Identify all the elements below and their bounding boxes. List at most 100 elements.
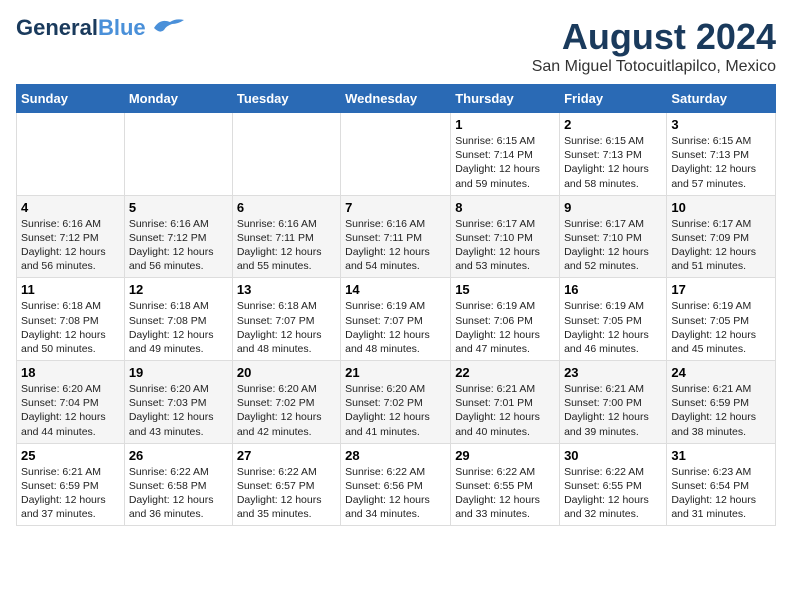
calendar-cell: 12 Sunrise: 6:18 AM Sunset: 7:08 PM Dayli… (124, 278, 232, 361)
calendar-cell: 27 Sunrise: 6:22 AM Sunset: 6:57 PM Dayli… (232, 443, 340, 526)
weekday-header-row: SundayMondayTuesdayWednesdayThursdayFrid… (17, 85, 776, 113)
cell-info: Sunrise: 6:15 AM Sunset: 7:14 PM Dayligh… (455, 134, 555, 191)
cell-info: Sunrise: 6:17 AM Sunset: 7:10 PM Dayligh… (564, 217, 662, 274)
calendar-cell: 21 Sunrise: 6:20 AM Sunset: 7:02 PM Dayli… (341, 361, 451, 444)
day-number: 4 (21, 200, 120, 215)
day-number: 1 (455, 117, 555, 132)
day-number: 17 (671, 282, 771, 297)
calendar-week-row: 4 Sunrise: 6:16 AM Sunset: 7:12 PM Daylig… (17, 195, 776, 278)
calendar-cell: 1 Sunrise: 6:15 AM Sunset: 7:14 PM Daylig… (451, 113, 560, 196)
cell-info: Sunrise: 6:22 AM Sunset: 6:57 PM Dayligh… (237, 465, 336, 522)
day-number: 2 (564, 117, 662, 132)
cell-info: Sunrise: 6:15 AM Sunset: 7:13 PM Dayligh… (671, 134, 771, 191)
calendar-cell: 6 Sunrise: 6:16 AM Sunset: 7:11 PM Daylig… (232, 195, 340, 278)
day-number: 28 (345, 448, 446, 463)
calendar-cell: 8Sunrise: 6:17 AM Sunset: 7:10 PM Daylig… (451, 195, 560, 278)
calendar-week-row: 25Sunrise: 6:21 AM Sunset: 6:59 PM Dayli… (17, 443, 776, 526)
calendar-cell: 19 Sunrise: 6:20 AM Sunset: 7:03 PM Dayli… (124, 361, 232, 444)
day-number: 14 (345, 282, 446, 297)
day-number: 11 (21, 282, 120, 297)
location-subtitle: San Miguel Totocuitlapilco, Mexico (532, 58, 776, 76)
calendar-cell: 24 Sunrise: 6:21 AM Sunset: 6:59 PM Dayli… (667, 361, 776, 444)
calendar-cell: 23Sunrise: 6:21 AM Sunset: 7:00 PM Dayli… (560, 361, 667, 444)
calendar-week-row: 11 Sunrise: 6:18 AM Sunset: 7:08 PM Dayli… (17, 278, 776, 361)
cell-info: Sunrise: 6:22 AM Sunset: 6:56 PM Dayligh… (345, 465, 446, 522)
calendar-cell: 7 Sunrise: 6:16 AM Sunset: 7:11 PM Daylig… (341, 195, 451, 278)
weekday-header-saturday: Saturday (667, 85, 776, 113)
calendar-cell: 25Sunrise: 6:21 AM Sunset: 6:59 PM Dayli… (17, 443, 125, 526)
cell-info: Sunrise: 6:22 AM Sunset: 6:58 PM Dayligh… (129, 465, 228, 522)
calendar-cell: 10Sunrise: 6:17 AM Sunset: 7:09 PM Dayli… (667, 195, 776, 278)
cell-info: Sunrise: 6:19 AM Sunset: 7:07 PM Dayligh… (345, 299, 446, 356)
cell-info: Sunrise: 6:16 AM Sunset: 7:11 PM Dayligh… (237, 217, 336, 274)
calendar-cell: 28 Sunrise: 6:22 AM Sunset: 6:56 PM Dayli… (341, 443, 451, 526)
calendar-cell: 4 Sunrise: 6:16 AM Sunset: 7:12 PM Daylig… (17, 195, 125, 278)
cell-info: Sunrise: 6:16 AM Sunset: 7:12 PM Dayligh… (21, 217, 120, 274)
day-number: 6 (237, 200, 336, 215)
cell-info: Sunrise: 6:18 AM Sunset: 7:08 PM Dayligh… (129, 299, 228, 356)
calendar-cell (124, 113, 232, 196)
cell-info: Sunrise: 6:22 AM Sunset: 6:55 PM Dayligh… (455, 465, 555, 522)
calendar-cell (341, 113, 451, 196)
header: GeneralBlue August 2024 San Miguel Totoc… (16, 16, 776, 76)
cell-info: Sunrise: 6:16 AM Sunset: 7:11 PM Dayligh… (345, 217, 446, 274)
cell-info: Sunrise: 6:21 AM Sunset: 6:59 PM Dayligh… (671, 382, 771, 439)
cell-info: Sunrise: 6:19 AM Sunset: 7:05 PM Dayligh… (564, 299, 662, 356)
day-number: 12 (129, 282, 228, 297)
logo-bird-icon (150, 16, 186, 40)
cell-info: Sunrise: 6:16 AM Sunset: 7:12 PM Dayligh… (129, 217, 228, 274)
logo-text: GeneralBlue (16, 17, 146, 39)
cell-info: Sunrise: 6:19 AM Sunset: 7:06 PM Dayligh… (455, 299, 555, 356)
day-number: 13 (237, 282, 336, 297)
calendar-cell (232, 113, 340, 196)
calendar-cell: 18 Sunrise: 6:20 AM Sunset: 7:04 PM Dayli… (17, 361, 125, 444)
calendar-cell: 31 Sunrise: 6:23 AM Sunset: 6:54 PM Dayli… (667, 443, 776, 526)
cell-info: Sunrise: 6:22 AM Sunset: 6:55 PM Dayligh… (564, 465, 662, 522)
calendar-cell: 2 Sunrise: 6:15 AM Sunset: 7:13 PM Daylig… (560, 113, 667, 196)
cell-info: Sunrise: 6:15 AM Sunset: 7:13 PM Dayligh… (564, 134, 662, 191)
cell-info: Sunrise: 6:20 AM Sunset: 7:02 PM Dayligh… (237, 382, 336, 439)
day-number: 5 (129, 200, 228, 215)
calendar-cell: 3 Sunrise: 6:15 AM Sunset: 7:13 PM Daylig… (667, 113, 776, 196)
calendar-cell: 9Sunrise: 6:17 AM Sunset: 7:10 PM Daylig… (560, 195, 667, 278)
day-number: 22 (455, 365, 555, 380)
month-title: August 2024 (532, 16, 776, 58)
day-number: 7 (345, 200, 446, 215)
weekday-header-thursday: Thursday (451, 85, 560, 113)
day-number: 24 (671, 365, 771, 380)
calendar-cell: 30Sunrise: 6:22 AM Sunset: 6:55 PM Dayli… (560, 443, 667, 526)
calendar-table: SundayMondayTuesdayWednesdayThursdayFrid… (16, 84, 776, 526)
cell-info: Sunrise: 6:23 AM Sunset: 6:54 PM Dayligh… (671, 465, 771, 522)
day-number: 19 (129, 365, 228, 380)
cell-info: Sunrise: 6:20 AM Sunset: 7:02 PM Dayligh… (345, 382, 446, 439)
calendar-week-row: 1 Sunrise: 6:15 AM Sunset: 7:14 PM Daylig… (17, 113, 776, 196)
day-number: 31 (671, 448, 771, 463)
calendar-cell: 16 Sunrise: 6:19 AM Sunset: 7:05 PM Dayli… (560, 278, 667, 361)
day-number: 3 (671, 117, 771, 132)
weekday-header-sunday: Sunday (17, 85, 125, 113)
calendar-cell (17, 113, 125, 196)
weekday-header-wednesday: Wednesday (341, 85, 451, 113)
cell-info: Sunrise: 6:21 AM Sunset: 6:59 PM Dayligh… (21, 465, 120, 522)
day-number: 8 (455, 200, 555, 215)
day-number: 18 (21, 365, 120, 380)
day-number: 21 (345, 365, 446, 380)
calendar-cell: 26 Sunrise: 6:22 AM Sunset: 6:58 PM Dayli… (124, 443, 232, 526)
calendar-week-row: 18 Sunrise: 6:20 AM Sunset: 7:04 PM Dayli… (17, 361, 776, 444)
day-number: 27 (237, 448, 336, 463)
weekday-header-tuesday: Tuesday (232, 85, 340, 113)
weekday-header-monday: Monday (124, 85, 232, 113)
cell-info: Sunrise: 6:20 AM Sunset: 7:04 PM Dayligh… (21, 382, 120, 439)
day-number: 16 (564, 282, 662, 297)
calendar-cell: 17Sunrise: 6:19 AM Sunset: 7:05 PM Dayli… (667, 278, 776, 361)
cell-info: Sunrise: 6:18 AM Sunset: 7:08 PM Dayligh… (21, 299, 120, 356)
cell-info: Sunrise: 6:17 AM Sunset: 7:09 PM Dayligh… (671, 217, 771, 274)
cell-info: Sunrise: 6:18 AM Sunset: 7:07 PM Dayligh… (237, 299, 336, 356)
day-number: 26 (129, 448, 228, 463)
calendar-cell: 15 Sunrise: 6:19 AM Sunset: 7:06 PM Dayli… (451, 278, 560, 361)
title-area: August 2024 San Miguel Totocuitlapilco, … (532, 16, 776, 76)
cell-info: Sunrise: 6:20 AM Sunset: 7:03 PM Dayligh… (129, 382, 228, 439)
day-number: 15 (455, 282, 555, 297)
weekday-header-friday: Friday (560, 85, 667, 113)
calendar-cell: 22Sunrise: 6:21 AM Sunset: 7:01 PM Dayli… (451, 361, 560, 444)
